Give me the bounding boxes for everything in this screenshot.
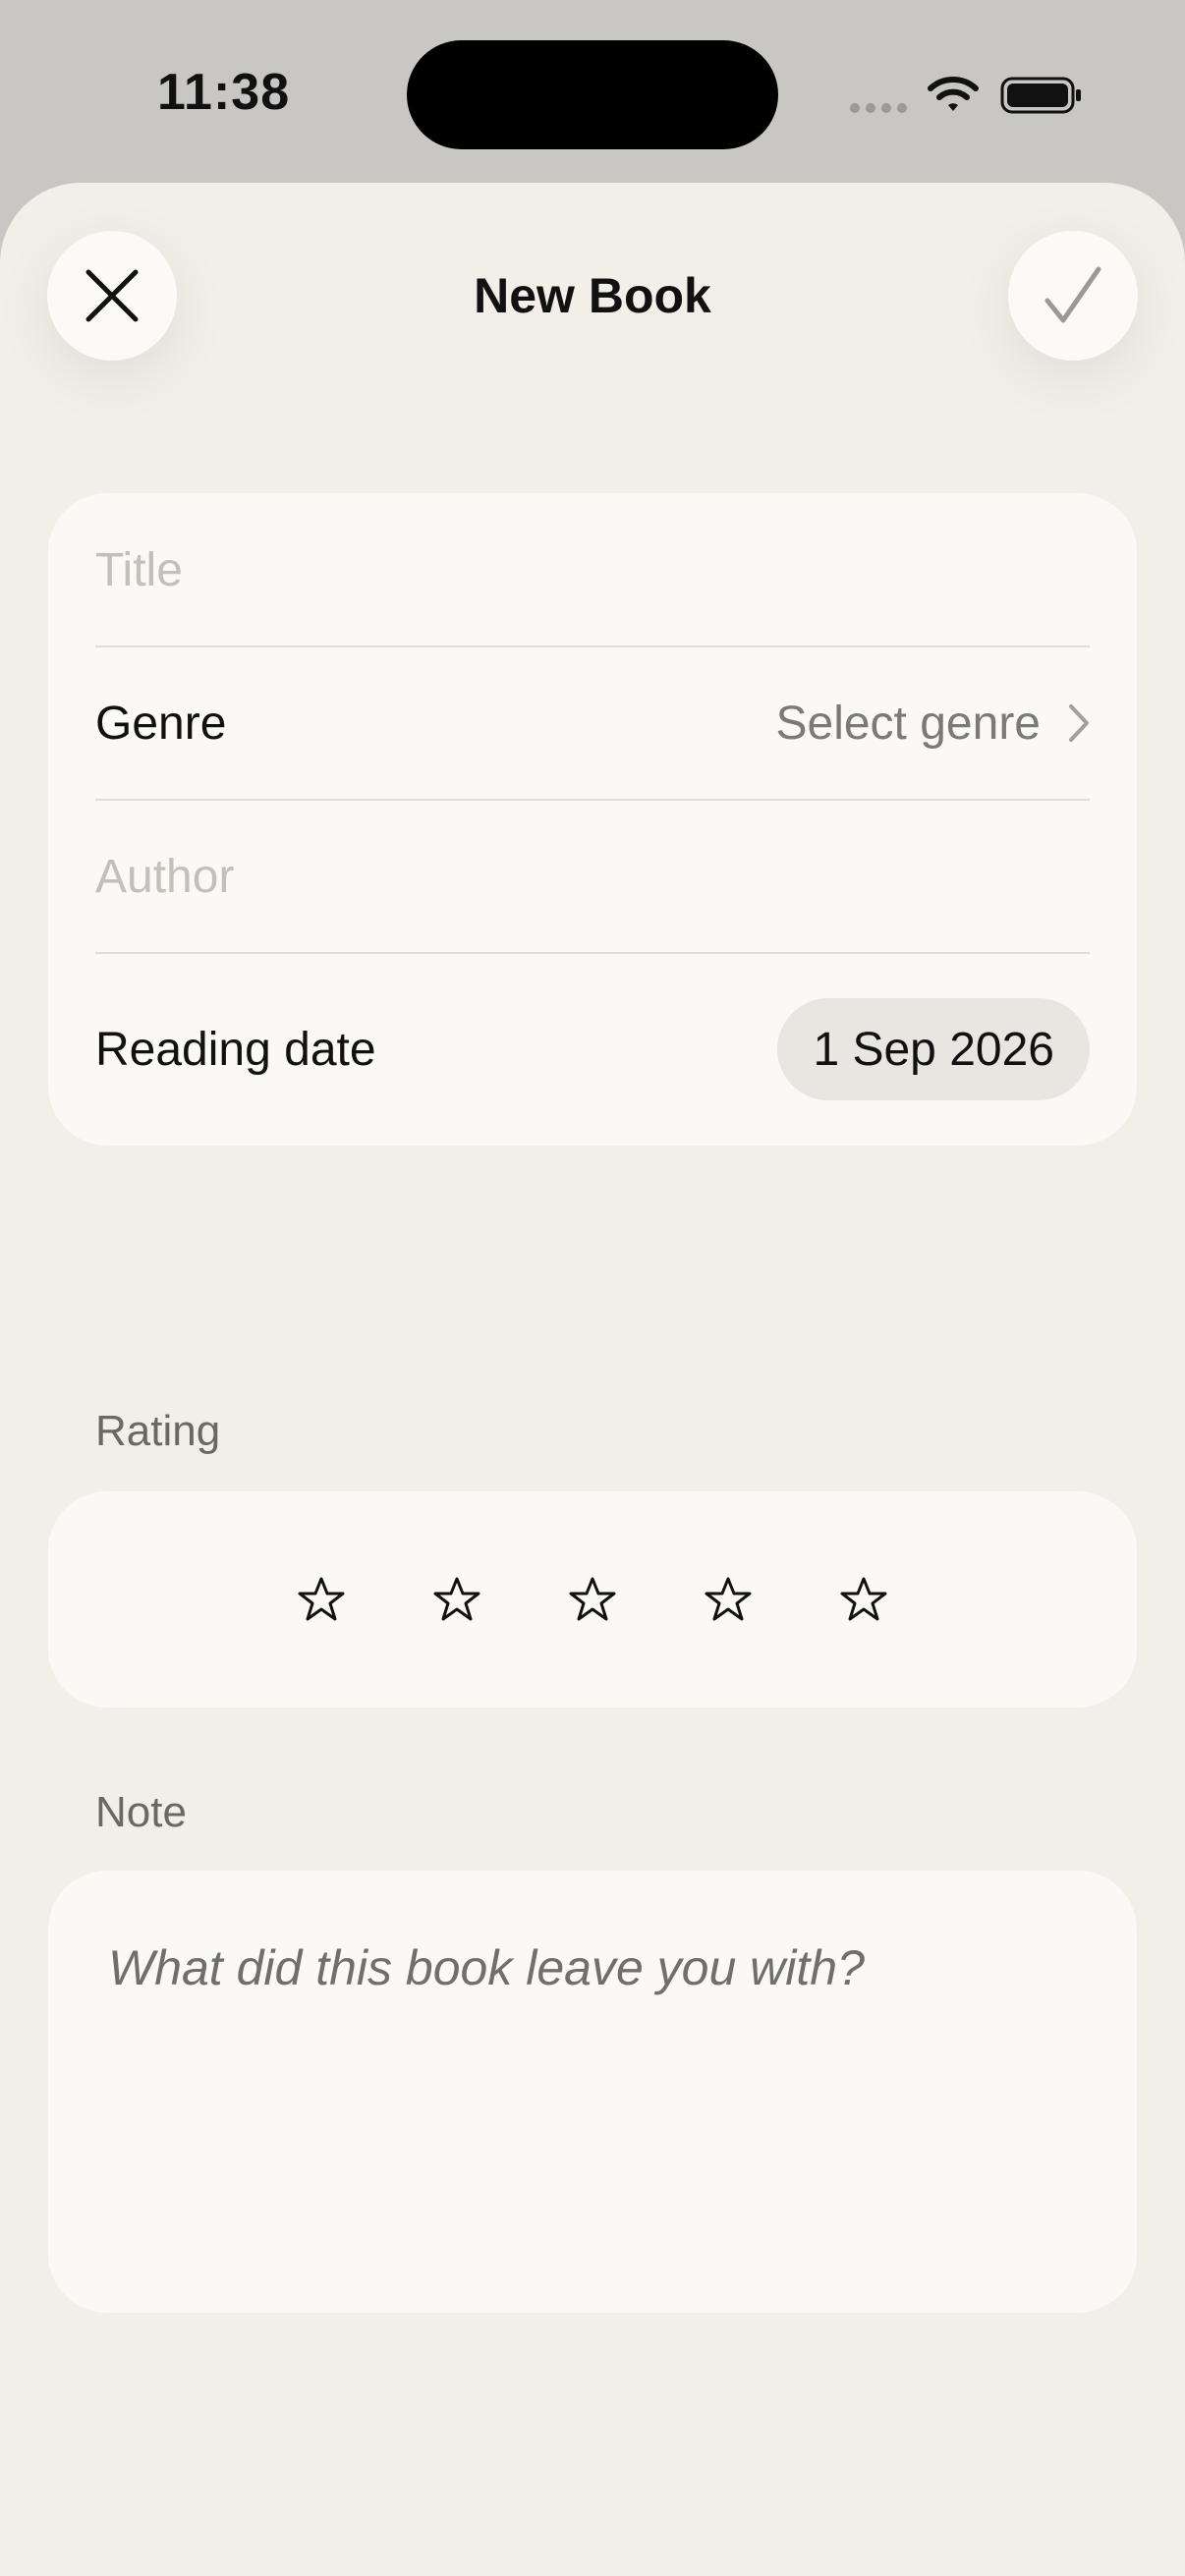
note-section-label: Note [95,1788,187,1836]
reading-date-label: Reading date [95,1023,376,1076]
genre-label: Genre [95,697,227,750]
star-3-icon[interactable] [569,1576,616,1623]
book-details-card: Title Genre Select genre Author Reading … [48,493,1137,1146]
star-2-icon[interactable] [433,1576,480,1623]
note-input[interactable]: What did this book leave you with? [108,1939,1077,1996]
chevron-right-icon [1069,704,1089,742]
title-placeholder: Title [95,543,183,596]
reading-date-picker[interactable]: 1 Sep 2026 [777,998,1090,1100]
reading-date-row: Reading date 1 Sep 2026 [95,953,1090,1146]
rating-section-label: Rating [95,1407,221,1455]
note-card[interactable]: What did this book leave you with? [48,1871,1137,2313]
star-1-icon[interactable] [298,1576,345,1623]
done-button[interactable] [1008,231,1138,361]
wifi-icon [928,77,979,111]
new-book-sheet: New Book Title Genre Select genre Author [0,183,1185,2576]
status-time: 11:38 [157,64,291,121]
author-placeholder: Author [95,850,235,903]
author-field[interactable]: Author [95,800,1090,953]
star-rating [48,1491,1137,1708]
title-field[interactable]: Title [95,493,1090,646]
genre-value: Select genre [775,697,1041,750]
cellular-signal-icon [850,103,907,113]
status-bar: 11:38 [0,0,1185,187]
dynamic-island [407,40,778,149]
genre-row[interactable]: Genre Select genre [95,646,1090,800]
star-5-icon[interactable] [840,1576,887,1623]
rating-card [48,1491,1137,1708]
battery-icon [1000,77,1081,114]
checkmark-icon [1044,266,1101,323]
star-4-icon[interactable] [705,1576,752,1623]
